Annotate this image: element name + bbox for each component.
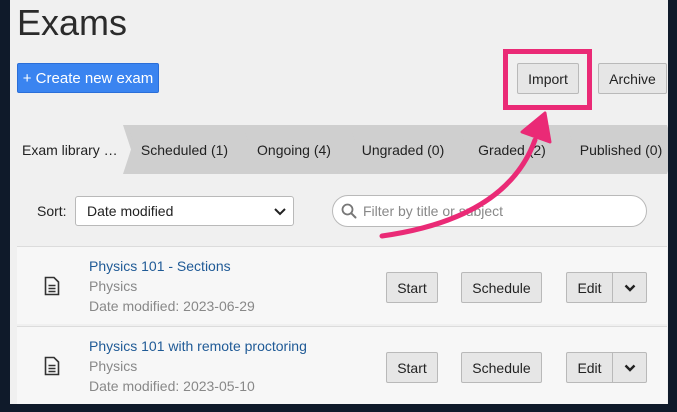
document-icon <box>44 356 60 376</box>
exam-row: Physics 101 - Sections Physics Date modi… <box>17 246 667 324</box>
chevron-down-icon <box>624 284 635 292</box>
exam-title-link[interactable]: Physics 101 with remote proctoring <box>89 338 307 354</box>
page-title: Exams <box>17 2 128 43</box>
exam-subject: Physics <box>89 278 138 294</box>
exam-date-modified: Date modified: 2023-06-29 <box>89 298 255 314</box>
chevron-down-icon <box>624 364 635 372</box>
schedule-button[interactable]: Schedule <box>461 272 542 303</box>
edit-options-dropdown[interactable] <box>612 352 647 383</box>
exam-subject: Physics <box>89 358 138 374</box>
start-button[interactable]: Start <box>386 352 438 383</box>
edit-options-dropdown[interactable] <box>612 272 647 303</box>
schedule-button[interactable]: Schedule <box>461 352 542 383</box>
create-exam-button[interactable]: + Create new exam <box>17 63 159 93</box>
exam-row: Physics 101 with remote proctoring Physi… <box>17 326 667 404</box>
import-button[interactable]: Import <box>517 63 579 94</box>
search-input[interactable] <box>361 202 625 220</box>
search-field[interactable] <box>332 195 647 227</box>
archive-button[interactable]: Archive <box>598 63 667 94</box>
search-icon <box>341 203 357 219</box>
exam-date-modified: Date modified: 2023-05-10 <box>89 378 255 394</box>
sort-select[interactable]: Date modified <box>75 196 294 226</box>
tab-bar: Exam library … Scheduled (1) Ongoing (4)… <box>17 125 667 174</box>
tab-published[interactable]: Published (0) <box>567 125 668 174</box>
sort-select-value: Date modified <box>87 203 174 219</box>
edit-button[interactable]: Edit <box>566 352 613 383</box>
tab-ungraded[interactable]: Ungraded (0) <box>350 125 456 174</box>
tab-exam-library[interactable]: Exam library … <box>17 125 131 174</box>
start-button[interactable]: Start <box>386 272 438 303</box>
tab-ongoing[interactable]: Ongoing (4) <box>243 125 345 174</box>
sort-label: Sort: <box>37 203 67 219</box>
document-icon <box>44 276 60 296</box>
chevron-down-icon <box>274 208 286 216</box>
exam-title-link[interactable]: Physics 101 - Sections <box>89 258 231 274</box>
app-frame: Exams + Create new exam Import Archive E… <box>10 0 668 404</box>
edit-button[interactable]: Edit <box>566 272 613 303</box>
tab-graded[interactable]: Graded (2) <box>459 125 565 174</box>
tab-scheduled[interactable]: Scheduled (1) <box>128 125 241 174</box>
